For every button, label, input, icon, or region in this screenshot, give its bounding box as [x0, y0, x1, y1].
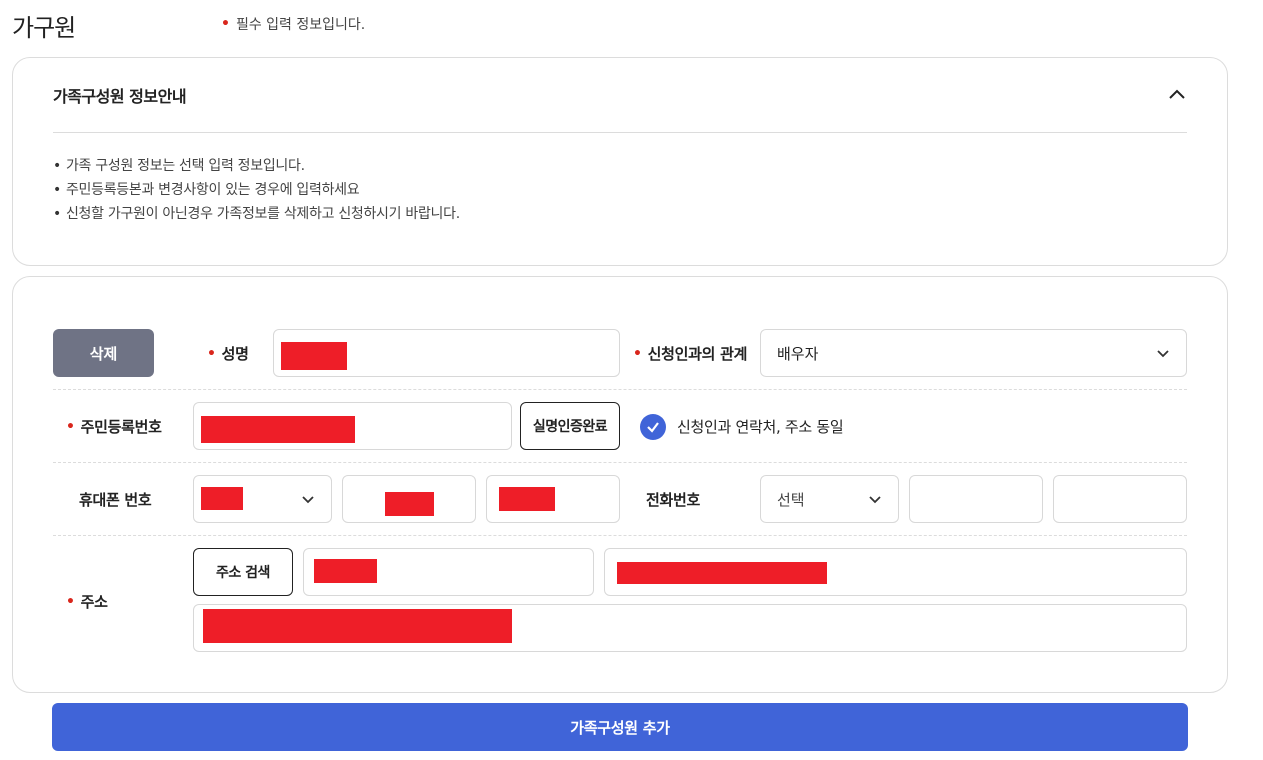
info-panel-title: 가족구성원 정보안내 [53, 87, 187, 106]
name-input[interactable] [273, 329, 620, 377]
required-dot: • [66, 593, 75, 610]
required-note-text: 필수 입력 정보입니다. [235, 17, 366, 33]
required-dot: • [66, 418, 75, 435]
page-title: 가구원 [12, 14, 76, 42]
info-panel-header[interactable]: 가족구성원 정보안내 [53, 58, 1187, 133]
chevron-up-icon[interactable] [1167, 85, 1187, 105]
mobile-label: 휴대폰 번호 [79, 491, 152, 509]
relation-select-value: 배우자 [777, 344, 819, 363]
mobile-last-input[interactable] [486, 475, 620, 523]
delete-button[interactable]: 삭제 [53, 329, 154, 377]
address-main-input[interactable] [604, 548, 1187, 596]
same-contact-label: 신청인과 연락처, 주소 동일 [677, 418, 844, 436]
postal-code-input[interactable] [303, 548, 594, 596]
rrn-input[interactable] [193, 402, 512, 450]
tel-prefix-value: 선택 [777, 490, 805, 509]
info-item: 신청할 가구원이 아닌경우 가족정보를 삭제하고 신청하시기 바랍니다. [53, 202, 460, 226]
redacted-value [499, 487, 555, 511]
info-item: 주민등록등본과 변경사항이 있는 경우에 입력하세요 [53, 178, 460, 202]
same-contact-checkbox[interactable] [640, 414, 666, 440]
name-label: • 성명 [207, 345, 249, 363]
redacted-value [203, 609, 512, 643]
chevron-down-icon [302, 496, 314, 504]
mobile-middle-input[interactable] [342, 475, 476, 523]
family-member-form: 삭제 • 성명 • 신청인과의 관계 배우자 • 주민등록번호 실명인증완료 신… [12, 276, 1228, 693]
redacted-value [201, 487, 243, 510]
required-dot: • [221, 16, 230, 32]
redacted-value [385, 492, 434, 516]
identity-verified-button[interactable]: 실명인증완료 [520, 402, 620, 450]
relation-label: • 신청인과의 관계 [633, 345, 748, 363]
required-dot: • [207, 345, 216, 362]
redacted-value [314, 559, 377, 583]
redacted-value [281, 342, 347, 370]
mobile-prefix-select[interactable] [193, 475, 332, 523]
required-dot: • [633, 345, 642, 362]
info-item: 가족 구성원 정보는 선택 입력 정보입니다. [53, 154, 460, 178]
address-detail-input[interactable] [193, 604, 1187, 652]
tel-middle-input[interactable] [909, 475, 1043, 523]
tel-last-input[interactable] [1053, 475, 1187, 523]
required-note: • 필수 입력 정보입니다. [221, 14, 365, 34]
rrn-label: • 주민등록번호 [66, 418, 162, 436]
check-icon [647, 422, 659, 433]
tel-label: 전화번호 [646, 491, 701, 509]
family-info-panel: 가족구성원 정보안내 가족 구성원 정보는 선택 입력 정보입니다. 주민등록등… [12, 57, 1228, 266]
address-label: • 주소 [66, 593, 108, 611]
redacted-value [201, 416, 355, 443]
chevron-down-icon [869, 496, 881, 504]
add-family-member-button[interactable]: 가족구성원 추가 [52, 703, 1188, 751]
relation-select[interactable]: 배우자 [760, 329, 1187, 377]
info-list: 가족 구성원 정보는 선택 입력 정보입니다. 주민등록등본과 변경사항이 있는… [53, 154, 460, 226]
redacted-value [617, 562, 827, 584]
chevron-down-icon [1157, 350, 1169, 358]
tel-prefix-select[interactable]: 선택 [760, 475, 899, 523]
address-search-button[interactable]: 주소 검색 [193, 548, 293, 596]
